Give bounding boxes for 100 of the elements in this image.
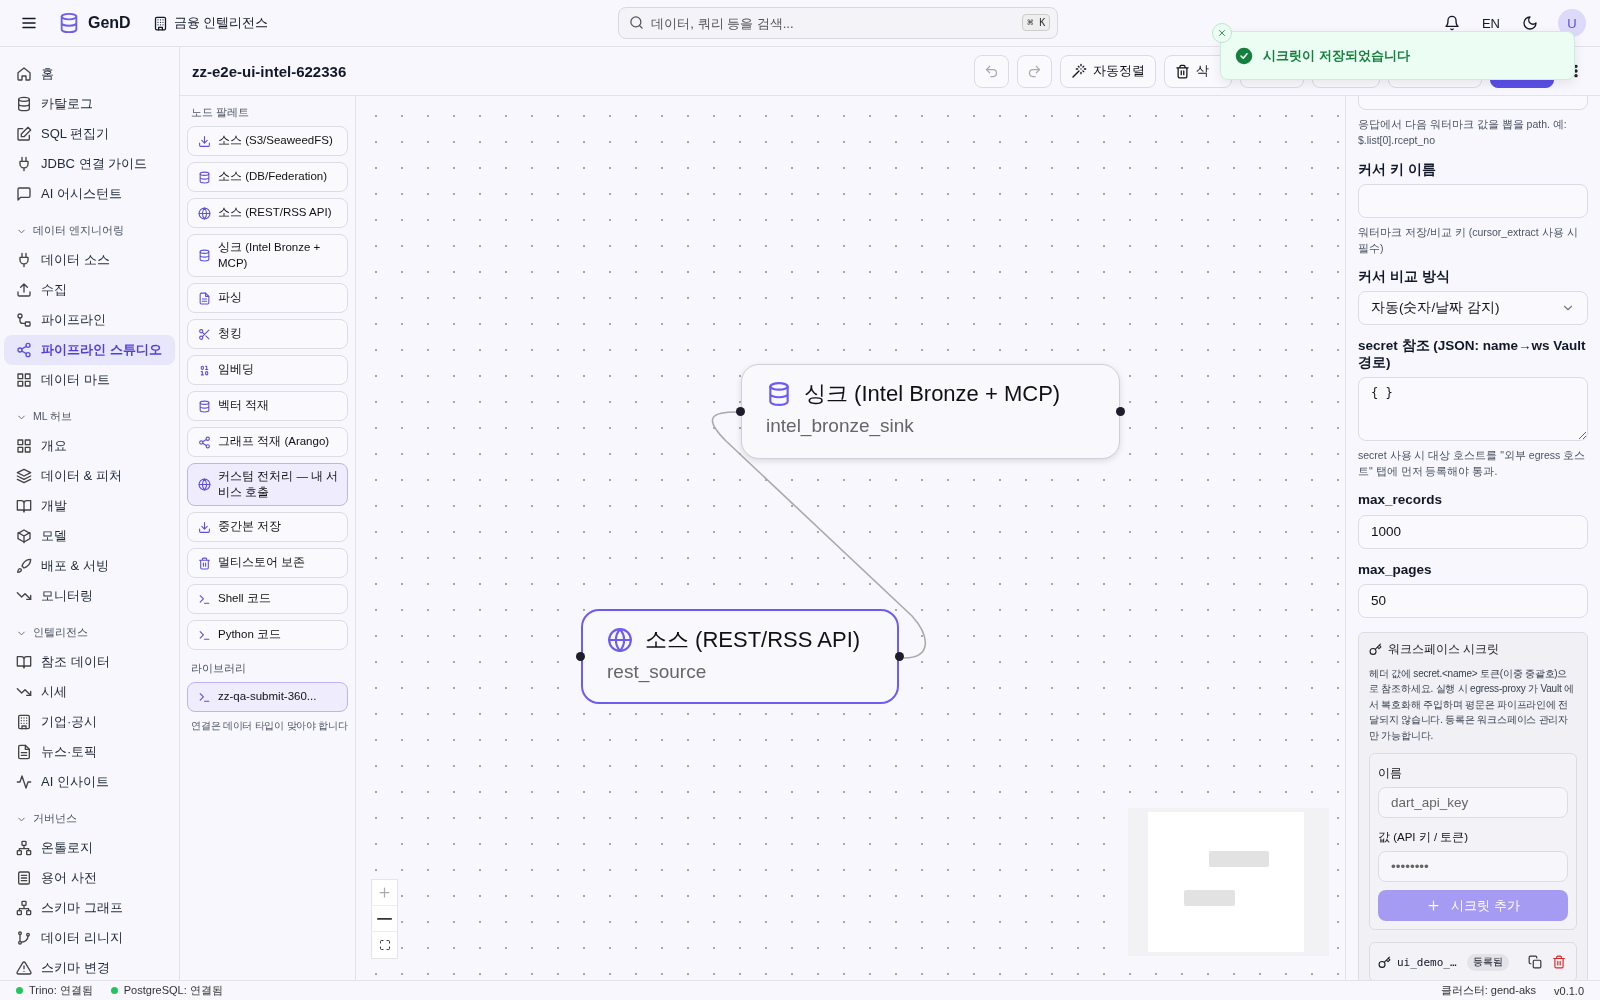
grid-icon xyxy=(16,372,32,388)
sidebar-item[interactable]: 모니터링 xyxy=(4,581,175,611)
database-icon xyxy=(198,399,211,413)
trash-icon xyxy=(198,556,211,570)
connection-handle[interactable] xyxy=(895,652,904,661)
secret-name-field[interactable]: dart_api_key xyxy=(1378,787,1568,819)
database-icon xyxy=(16,96,32,112)
copy-icon xyxy=(1528,955,1542,970)
sidebar-item[interactable]: 데이터 소스 xyxy=(4,245,175,275)
share-icon xyxy=(198,435,211,449)
trash-icon xyxy=(1552,955,1566,970)
plug-icon xyxy=(16,156,32,172)
pipeline-title: zz-e2e-ui-intel-622336 xyxy=(192,62,347,80)
sidebar-item[interactable]: 파이프라인 스튜디오 xyxy=(4,335,175,365)
download-icon xyxy=(198,134,211,148)
palette-item[interactable]: 멀티스토어 보존 xyxy=(187,548,348,579)
sidebar-item[interactable]: 카탈로그 xyxy=(4,89,175,119)
palette-item[interactable]: 그래프 적재 (Arango) xyxy=(187,427,348,458)
text-field[interactable]: 1000 xyxy=(1358,514,1588,549)
sidebar-item[interactable]: SQL 편집기 xyxy=(4,119,175,149)
sidebar-item[interactable]: 온톨로지 xyxy=(4,833,175,863)
sidebar-item[interactable]: 스키마 변경 xyxy=(4,953,175,980)
plus-icon xyxy=(377,885,392,900)
chat-bubble-icon xyxy=(16,186,32,202)
field-label: 값 (API 키 / 토큰) xyxy=(1378,830,1470,846)
sidebar-item[interactable]: 개요 xyxy=(4,431,175,461)
palette-item[interactable]: 파싱 xyxy=(187,283,348,314)
sidebar-item[interactable]: 스키마 그래프 xyxy=(4,893,175,923)
share-icon xyxy=(16,342,32,358)
workspace-button[interactable]: 금융 인텔리전스 xyxy=(150,12,271,34)
document-icon xyxy=(198,291,211,305)
field-label: max_pages xyxy=(1358,561,1433,578)
palette-item[interactable]: 소스 (REST/RSS API) xyxy=(187,198,348,228)
theme-button[interactable] xyxy=(1520,13,1540,33)
json-field[interactable]: { } xyxy=(1358,376,1588,441)
sidebar-item[interactable]: JDBC 연결 가이드 xyxy=(4,149,175,179)
user-avatar[interactable]: U xyxy=(1558,9,1586,37)
grid-icon xyxy=(16,438,32,454)
sidebar-item[interactable]: 홈 xyxy=(4,59,175,89)
connection-handle[interactable] xyxy=(576,652,585,661)
sidebar-item[interactable]: AI 어시스턴트 xyxy=(4,179,175,209)
pipeline-node[interactable]: 싱크 (Intel Bronze + MCP) intel_bronze_sink xyxy=(741,364,1120,459)
globe-icon xyxy=(198,206,211,220)
text-field[interactable]: 50 xyxy=(1358,583,1588,618)
sidebar-item[interactable]: 데이터 마트 xyxy=(4,365,175,395)
hint-text: 연결은 데이터 타입이 맞아야 합니다 xyxy=(191,720,348,734)
sidebar-item[interactable]: 배포 & 서빙 xyxy=(4,551,175,581)
redo-icon xyxy=(1027,63,1042,79)
sidebar-item[interactable]: 시세 xyxy=(4,677,175,707)
upload-icon xyxy=(16,282,32,298)
list-icon xyxy=(16,870,32,886)
card-description: 헤더 값에 secret.<name> 토큰(이중 중괄호)으로 참조하세요. 실행 시 egress-proxy 가 Vault 에서 복호화해 주입하며 평문은 파이프라인에 전달되지 않습니다. 등록은 워크스페이스 관리자만 가능합니다. xyxy=(1369,666,1575,743)
section-label: 노드 팔레트 xyxy=(191,106,250,120)
sidebar-item[interactable]: 뉴스·토픽 xyxy=(4,737,175,767)
sidebar-item[interactable]: 모델 xyxy=(4,521,175,551)
minimap-node xyxy=(1209,851,1269,867)
database-icon xyxy=(58,12,80,34)
pulse-icon xyxy=(16,774,32,790)
section-header[interactable]: ML 허브 xyxy=(4,407,175,427)
sidebar-item[interactable]: 기업·공시 xyxy=(4,707,175,737)
section-header[interactable]: 데이터 엔지니어링 xyxy=(4,221,175,241)
select-field[interactable]: 자동(숫자/날짜 감지) xyxy=(1358,291,1588,326)
section-header[interactable]: 인텔리전스 xyxy=(4,623,175,643)
pipeline-node[interactable]: 소스 (REST/RSS API) rest_source xyxy=(581,609,899,704)
palette-item[interactable]: 싱크 (Intel Bronze + MCP) xyxy=(187,234,348,278)
language-button[interactable]: EN xyxy=(1479,13,1502,33)
undo-icon xyxy=(984,63,999,79)
palette-item[interactable]: 청킹 xyxy=(187,319,348,350)
terminal-icon xyxy=(198,690,211,704)
connection-handle[interactable] xyxy=(736,407,745,416)
sidebar-item[interactable]: 파이프라인 xyxy=(4,305,175,335)
sidebar-item[interactable]: 데이터 리니지 xyxy=(4,923,175,953)
book-icon xyxy=(16,498,32,514)
branch-icon xyxy=(16,930,32,946)
auto-layout-button[interactable]: 자동정렬 xyxy=(1060,54,1156,88)
node-name: rest_source xyxy=(607,661,708,683)
palette-item[interactable]: Python 코드 xyxy=(187,620,348,651)
sidebar-item[interactable]: AI 인사이트 xyxy=(4,767,175,797)
sidebar-item[interactable]: 개발 xyxy=(4,491,175,521)
sidebar-item[interactable]: 참조 데이터 xyxy=(4,647,175,677)
palette-item[interactable]: 임베딩 xyxy=(187,355,348,386)
section-header[interactable]: 거버넌스 xyxy=(4,809,175,829)
palette-item[interactable]: 중간본 저장 xyxy=(187,512,348,543)
terminal-icon xyxy=(198,628,211,642)
palette-item[interactable]: 소스 (DB/Federation) xyxy=(187,162,348,192)
card-title: 워크스페이스 시크릿 xyxy=(1388,640,1500,658)
palette-item[interactable]: 벡터 적재 xyxy=(187,391,348,422)
palette-item[interactable]: 소스 (S3/SeaweedFS) xyxy=(187,126,348,156)
secret-value-field[interactable]: •••••••• xyxy=(1378,851,1568,883)
sidebar-item[interactable]: 수집 xyxy=(4,275,175,305)
sidebar-item[interactable]: 용어 사전 xyxy=(4,863,175,893)
toast-message: 시크릿이 저장되었습니다 xyxy=(1263,46,1410,65)
palette-item[interactable]: Shell 코드 xyxy=(187,584,348,615)
service-status: PostgreSQL: 연결됨 xyxy=(123,983,223,998)
palette-item[interactable]: 커스텀 전처리 — 내 서비스 호출 xyxy=(187,463,348,507)
text-field[interactable] xyxy=(1358,183,1588,218)
connection-handle[interactable] xyxy=(1116,407,1125,416)
sidebar-item[interactable]: 데이터 & 피처 xyxy=(4,461,175,491)
palette-item[interactable]: zz-qa-submit-360... xyxy=(187,682,348,713)
check-icon xyxy=(1235,46,1253,65)
